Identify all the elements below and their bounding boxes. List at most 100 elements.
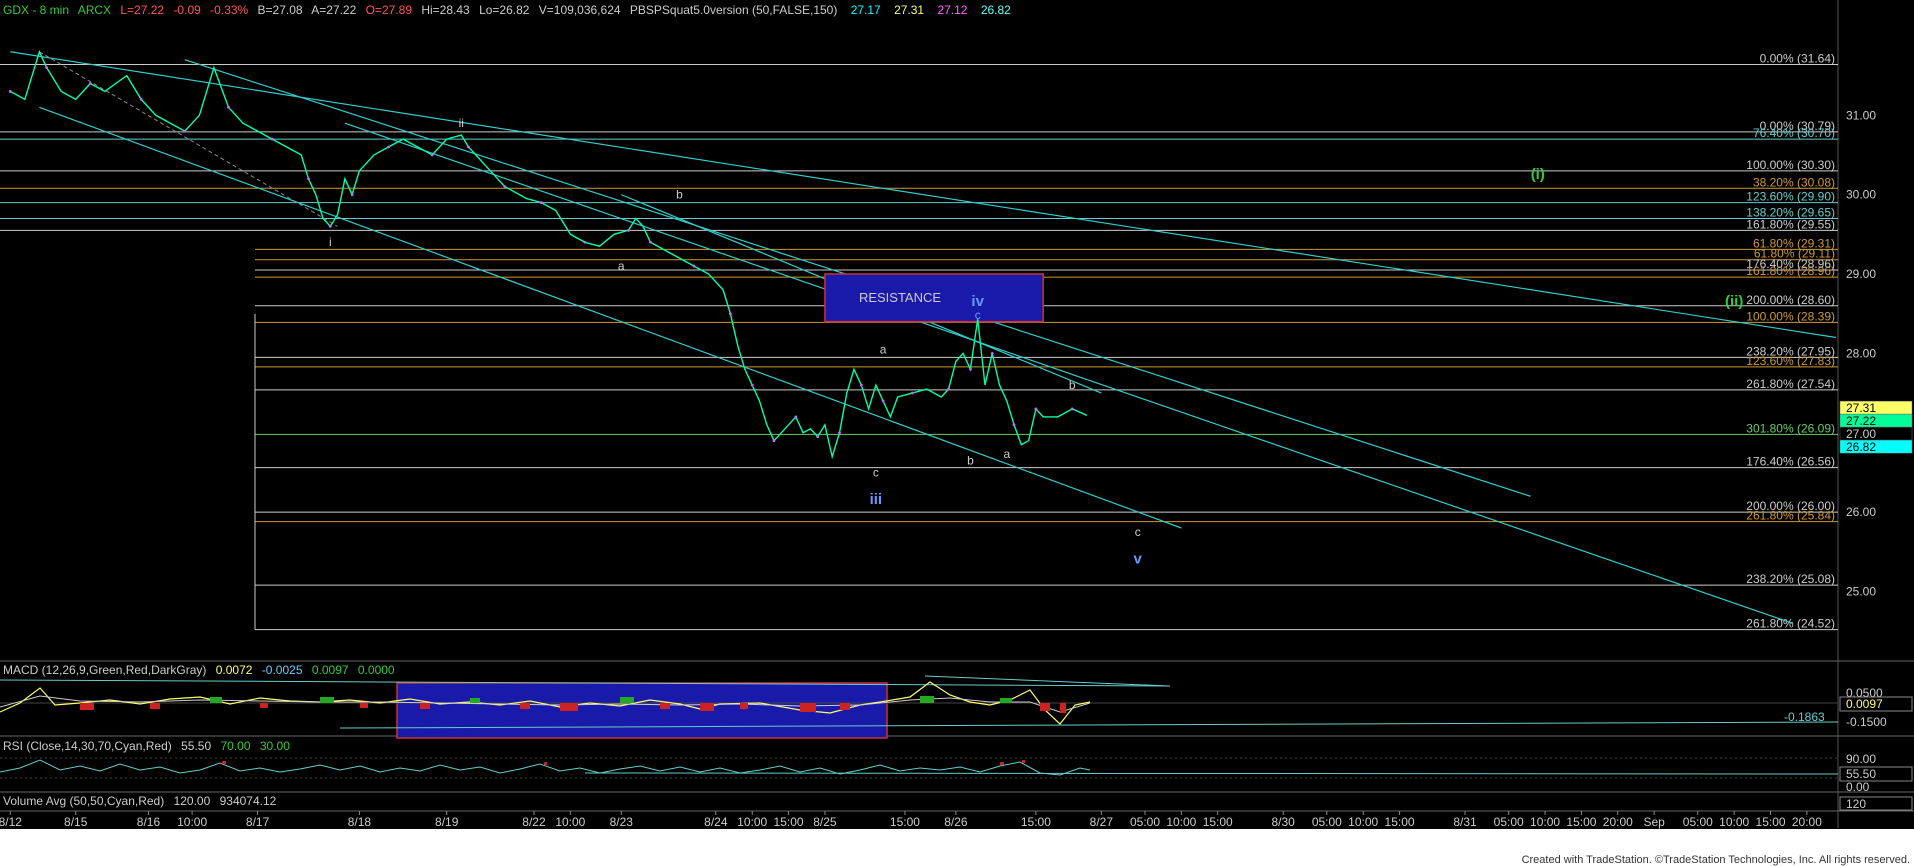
- price-y-axis: 31.00 30.00 29.00 28.00 27.00 26.00 25.00: [1846, 108, 1876, 598]
- wave-label: b: [676, 188, 683, 202]
- x-axis-tick: 8/17: [246, 815, 270, 829]
- wave-label: b: [1069, 378, 1076, 392]
- fib-level-label: 261.80% (25.84): [1746, 509, 1835, 523]
- y-axis-tick: 28.00: [1846, 346, 1876, 360]
- x-axis-tick: 20:00: [1792, 815, 1822, 829]
- volume-value-2: 934074.12: [220, 794, 277, 808]
- price-point: [307, 177, 310, 181]
- rsi-overbought-marks: [222, 760, 1025, 765]
- header-high: Hi=28.43: [421, 3, 470, 17]
- x-axis-tick: 10:00: [1348, 815, 1378, 829]
- x-axis-tick: 15:00: [1203, 815, 1233, 829]
- header-study-val-1: 27.17: [851, 3, 881, 17]
- wave-label: ii: [459, 116, 464, 130]
- wave-label: c: [975, 308, 981, 322]
- price-point: [859, 383, 863, 387]
- price-point: [88, 82, 92, 85]
- price-point: [539, 201, 543, 204]
- x-axis-tick: 8/23: [610, 815, 634, 829]
- header-last: L=27.22: [120, 3, 164, 17]
- macd-value-2: -0.0025: [262, 663, 303, 677]
- volume-label: Volume Avg (50,50,Cyan,Red): [3, 794, 164, 808]
- x-axis-tick: 8/31: [1453, 815, 1477, 829]
- x-axis-tick: 15:00: [1566, 815, 1596, 829]
- wave-label: (ii): [1725, 293, 1743, 310]
- fib-level-label: 261.80% (24.52): [1746, 617, 1835, 631]
- price-point: [270, 137, 274, 141]
- header-volume: V=109,036,624: [539, 3, 621, 17]
- rsi-value-2: 70.00: [220, 739, 250, 753]
- price-point: [467, 145, 470, 149]
- price-point: [387, 145, 390, 149]
- price-point: [728, 312, 732, 316]
- price-point: [503, 185, 507, 189]
- volume-axis-tick-1: 120: [1846, 797, 1866, 811]
- x-axis-tick: 8/19: [435, 815, 459, 829]
- fib-level-label: 238.20% (25.08): [1746, 572, 1835, 586]
- macd-value-1: 0.0072: [216, 663, 253, 677]
- price-point: [430, 153, 434, 157]
- price-point: [772, 439, 776, 443]
- x-axis-tick: 8/26: [944, 815, 968, 829]
- header-symbol: GDX - 8 min: [3, 3, 69, 17]
- x-axis-tick: 05:00: [1494, 815, 1524, 829]
- x-axis-tick: 8/27: [1090, 815, 1114, 829]
- x-axis-tick: 8/22: [522, 815, 546, 829]
- price-point: [8, 90, 12, 93]
- wave-label: a: [618, 259, 625, 273]
- time-x-axis: 8/12 8/15 8/16 10:00 8/17 8/18 8/19 8/22 10:00 8/…: [0, 811, 1822, 829]
- price-point: [947, 387, 950, 391]
- fib-level-label: 100.00% (30.30): [1746, 158, 1835, 172]
- price-point: [692, 264, 696, 268]
- volume-value-1: 120.00: [174, 794, 211, 808]
- volume-legend: Volume Avg (50,50,Cyan,Red) 120.00 93407…: [3, 794, 277, 808]
- fib-level-label: 0.00% (31.64): [1760, 51, 1835, 65]
- resistance-label: RESISTANCE: [859, 290, 941, 305]
- fib-level-label: 176.40% (26.56): [1746, 455, 1835, 469]
- y-axis-tick: 30.00: [1846, 188, 1876, 202]
- price-point: [350, 193, 354, 197]
- x-axis-tick: 15:00: [774, 815, 804, 829]
- x-axis-tick: 10:00: [1719, 815, 1749, 829]
- macd-value-4: 0.0000: [358, 663, 395, 677]
- macd-axis-tick-2: 0.0097: [1846, 697, 1883, 711]
- wave-label: (i): [1531, 166, 1545, 183]
- y-axis-tick: 31.00: [1846, 108, 1876, 122]
- x-axis-tick: Sep: [1643, 815, 1665, 829]
- price-point: [969, 367, 972, 371]
- price-point: [794, 415, 798, 419]
- x-axis-tick: 15:00: [890, 815, 920, 829]
- wave-label: c: [873, 465, 879, 479]
- header-exchange: ARCX: [78, 3, 111, 17]
- x-axis-tick: 8/18: [348, 815, 372, 829]
- rsi-value-3: 30.00: [260, 739, 290, 753]
- header-study-val-4: 26.82: [981, 3, 1011, 17]
- fib-level-label: 123.60% (29.90): [1746, 190, 1835, 204]
- volume-pane: Volume Avg (50,50,Cyan,Red) 120.00 93407…: [3, 794, 1913, 811]
- resistance-zone: RESISTANCE: [824, 273, 1044, 323]
- macd-extra-label: -0.1863: [1784, 710, 1825, 724]
- wave-label: a: [880, 342, 887, 356]
- price-point: [1070, 407, 1074, 411]
- x-axis-tick: 10:00: [737, 815, 767, 829]
- price-point: [1012, 423, 1016, 427]
- price-point: [1034, 407, 1038, 411]
- price-point: [583, 240, 587, 244]
- x-axis-tick: 15:00: [1021, 815, 1051, 829]
- macd-legend: MACD (12,26,9,Green,Red,DarkGray) 0.0072…: [3, 663, 395, 677]
- wave-label: c: [1135, 525, 1141, 539]
- price-point: [328, 224, 332, 228]
- price-badge-label: 26.82: [1846, 440, 1876, 454]
- macd-label: MACD (12,26,9,Green,Red,DarkGray): [3, 663, 206, 677]
- y-axis-tick: 29.00: [1846, 267, 1876, 281]
- price-point: [648, 240, 652, 244]
- price-point: [750, 383, 754, 387]
- tradestation-chart: 0.00% (31.64)0.00% (30.79)76.40% (30.70)…: [0, 0, 1914, 866]
- x-axis-tick: 8/30: [1272, 815, 1296, 829]
- header-study-val-3: 27.12: [937, 3, 967, 17]
- fib-level-label: 161.80% (29.55): [1746, 217, 1835, 231]
- wave-label: i: [329, 235, 332, 249]
- x-axis-tick: 05:00: [1312, 815, 1342, 829]
- x-axis-tick: 8/15: [64, 815, 88, 829]
- rsi-label: RSI (Close,14,30,70,Cyan,Red): [3, 739, 172, 753]
